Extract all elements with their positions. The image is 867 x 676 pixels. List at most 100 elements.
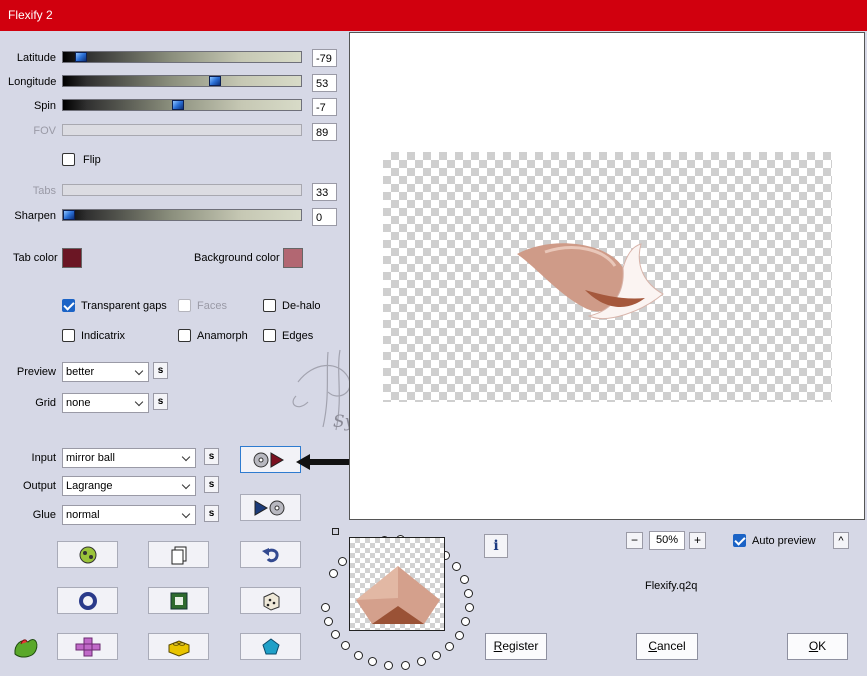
- auto-preview-label: Auto preview: [752, 535, 816, 547]
- indicatrix-label: Indicatrix: [81, 330, 126, 342]
- thumbnail-view[interactable]: [349, 537, 445, 631]
- flip-checkbox[interactable]: [62, 153, 75, 166]
- preview-quality-label: Preview: [16, 366, 56, 378]
- sharpen-value[interactable]: 0: [312, 208, 337, 226]
- latitude-value[interactable]: -79: [312, 49, 337, 67]
- fov-slider: [62, 124, 302, 136]
- output-value: Lagrange: [66, 480, 113, 492]
- ring-dot: [368, 657, 378, 667]
- info-button[interactable]: i: [484, 534, 508, 558]
- sharpen-slider[interactable]: [62, 209, 302, 221]
- output-s-button[interactable]: s: [204, 476, 219, 493]
- sharpen-thumb[interactable]: [63, 210, 75, 220]
- preset-filename: Flexify.q2q: [645, 580, 698, 592]
- longitude-label: Longitude: [8, 76, 57, 88]
- preview-s-button[interactable]: s: [153, 362, 168, 379]
- ring-dot: [340, 641, 350, 651]
- sharpen-label: Sharpen: [14, 210, 56, 222]
- ring-dot: [384, 660, 394, 670]
- auto-preview-checkbox[interactable]: [733, 534, 746, 547]
- chevron-down-icon: [181, 480, 191, 490]
- ring-dot: [353, 650, 363, 660]
- copy-button[interactable]: [148, 541, 209, 568]
- ring-dot: [400, 660, 410, 670]
- spin-value[interactable]: -7: [312, 98, 337, 116]
- undo-button[interactable]: [240, 541, 301, 568]
- frame-button[interactable]: [148, 587, 209, 614]
- input-s-button[interactable]: s: [204, 448, 219, 465]
- ok-mnemonic: O: [808, 639, 819, 653]
- zoom-value[interactable]: 50%: [649, 531, 685, 550]
- longitude-thumb[interactable]: [209, 76, 221, 86]
- ring-dot: [464, 588, 474, 598]
- thumbnail-handle[interactable]: [332, 528, 339, 535]
- input-label: Input: [31, 452, 56, 464]
- preview-shape: [517, 243, 664, 320]
- tab-color-swatch[interactable]: [62, 248, 82, 268]
- random-button[interactable]: [57, 541, 118, 568]
- ring-dot: [330, 629, 340, 639]
- chevron-down-icon: [181, 452, 191, 462]
- ring-dot: [460, 574, 469, 584]
- cross-button[interactable]: [57, 633, 118, 660]
- collapse-button[interactable]: ^: [833, 532, 849, 549]
- thumbnail-shape: [356, 566, 440, 624]
- input-select[interactable]: mirror ball: [62, 448, 196, 468]
- spin-thumb[interactable]: [172, 100, 184, 110]
- random-icon: [79, 546, 96, 563]
- fov-value[interactable]: 89: [312, 123, 337, 141]
- background-color-label: Background color: [194, 252, 280, 264]
- glue-value: normal: [66, 509, 100, 521]
- brick-button[interactable]: [148, 633, 209, 660]
- spin-slider[interactable]: [62, 99, 302, 111]
- disc-play-icon: [253, 451, 284, 468]
- ok-label: K: [818, 639, 827, 653]
- grid-select[interactable]: none: [62, 393, 149, 413]
- ring-icon: [78, 591, 97, 610]
- latitude-thumb[interactable]: [75, 52, 87, 62]
- output-select[interactable]: Lagrange: [62, 476, 196, 496]
- ok-button[interactable]: OK: [787, 633, 848, 660]
- latitude-slider[interactable]: [62, 51, 302, 63]
- tab-color-label: Tab color: [13, 252, 58, 264]
- indicatrix-checkbox[interactable]: [62, 329, 75, 342]
- de-halo-checkbox[interactable]: [263, 299, 276, 312]
- frame-icon: [170, 592, 187, 609]
- glue-select[interactable]: normal: [62, 505, 196, 525]
- glue-s-button[interactable]: s: [204, 505, 219, 522]
- ring-dot: [337, 557, 347, 567]
- tabs-value[interactable]: 33: [312, 183, 337, 201]
- latitude-label: Latitude: [16, 52, 56, 64]
- gem-icon: [261, 637, 280, 654]
- preview-quality-select[interactable]: better: [62, 362, 149, 382]
- longitude-value[interactable]: 53: [312, 74, 337, 92]
- flip-label: Flip: [83, 154, 101, 166]
- spin-label: Spin: [33, 100, 56, 112]
- cancel-button[interactable]: Cancel: [636, 633, 698, 660]
- ring-dot: [452, 562, 462, 572]
- play-output-button[interactable]: [240, 494, 301, 521]
- ring-dot: [321, 602, 331, 612]
- play-input-button[interactable]: [240, 446, 301, 473]
- transparent-gaps-label: Transparent gaps: [81, 300, 167, 312]
- ring-dot: [324, 616, 334, 626]
- ring-button[interactable]: [57, 587, 118, 614]
- preview-canvas[interactable]: [349, 32, 865, 520]
- fov-label: FOV: [33, 125, 56, 137]
- faces-checkbox: [178, 299, 191, 312]
- anamorph-checkbox[interactable]: [178, 329, 191, 342]
- edges-checkbox[interactable]: [263, 329, 276, 342]
- preview-quality-value: better: [66, 366, 95, 378]
- longitude-slider[interactable]: [62, 75, 302, 87]
- dice-button[interactable]: [240, 587, 301, 614]
- cancel-mnemonic: C: [648, 639, 657, 653]
- register-button[interactable]: Register: [485, 633, 547, 660]
- zoom-in-button[interactable]: +: [689, 532, 706, 549]
- zoom-out-button[interactable]: −: [626, 532, 643, 549]
- grid-s-button[interactable]: s: [153, 393, 168, 410]
- gem-button[interactable]: [240, 633, 301, 660]
- ring-dot: [461, 617, 471, 627]
- background-color-swatch[interactable]: [283, 248, 303, 268]
- cross-icon: [75, 637, 100, 656]
- transparent-gaps-checkbox[interactable]: [62, 299, 75, 312]
